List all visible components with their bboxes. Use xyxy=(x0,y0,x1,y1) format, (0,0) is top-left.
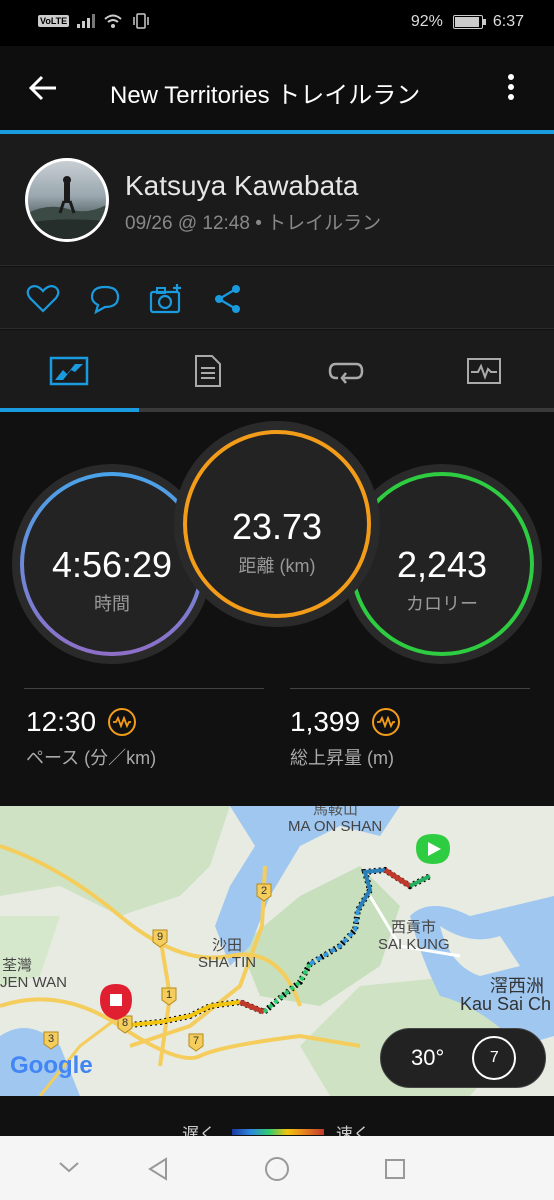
route-shield: 7 xyxy=(192,1035,200,1047)
temperature: 30° xyxy=(411,1045,445,1070)
avatar[interactable] xyxy=(25,158,109,242)
comment-icon[interactable] xyxy=(88,283,122,315)
back-icon[interactable] xyxy=(146,1156,170,1182)
chevron-down-icon[interactable] xyxy=(58,1160,80,1174)
distance-label: 距離 (km) xyxy=(238,556,316,576)
signal-icon xyxy=(77,14,96,28)
page-title: New Territories トレイルラン xyxy=(110,82,421,109)
calories-label: カロリー xyxy=(406,594,478,614)
time-value: 4:56:29 xyxy=(51,544,173,585)
route-map[interactable]: 馬鞍山 MA ON SHAN 西貢市 SAI KUNG 沙田 SHA TIN 荃… xyxy=(0,806,554,1096)
divider xyxy=(290,688,530,689)
activity-header: Katsuya Kawabata 09/26 @ 12:48 • トレイルラン xyxy=(0,134,554,266)
system-nav-bar xyxy=(0,1136,554,1200)
time-label: 時間 xyxy=(94,594,130,614)
ascent-label: 総上昇量 (m) xyxy=(290,748,394,768)
zone-icon[interactable] xyxy=(108,708,137,736)
map-label: 荃灣 xyxy=(2,957,33,974)
map-label: SHA TIN xyxy=(198,954,257,971)
wind-speed: 7 xyxy=(489,1049,499,1066)
tab-overview[interactable] xyxy=(0,330,138,412)
tab-laps[interactable] xyxy=(277,330,415,412)
ascent-value: 1,399 xyxy=(290,706,361,737)
divider xyxy=(24,688,264,689)
more-options-icon[interactable] xyxy=(508,74,516,104)
recents-icon[interactable] xyxy=(384,1158,406,1180)
share-icon[interactable] xyxy=(211,283,245,315)
distance-stat: 23.73 距離 (km) xyxy=(187,434,367,614)
map-label: 沙田 xyxy=(212,937,243,954)
speed-legend: 遅く 速く xyxy=(0,1096,554,1144)
overview-icon xyxy=(49,356,89,386)
back-arrow-icon[interactable] xyxy=(28,73,58,103)
map-label: 西貢市 xyxy=(391,919,437,936)
route-shield: 9 xyxy=(156,931,164,943)
calories-stat: 2,243 カロリー xyxy=(352,474,532,654)
avatar-photo xyxy=(28,176,106,239)
speed-gradient xyxy=(232,1129,324,1135)
zone-icon[interactable] xyxy=(372,708,401,736)
time-stat: 4:56:29 時間 xyxy=(22,474,202,654)
tab-bar xyxy=(0,330,554,412)
action-row xyxy=(0,267,554,329)
map-label: SAI KUNG xyxy=(378,936,450,953)
battery-percent: 92% xyxy=(410,13,443,30)
add-photo-icon[interactable] xyxy=(149,283,183,315)
tab-charts[interactable] xyxy=(415,330,553,412)
map-label: Kau Sai Ch xyxy=(460,994,552,1014)
route-shield: 3 xyxy=(47,1033,55,1045)
wifi-icon xyxy=(104,14,122,28)
distance-value: 23.73 xyxy=(231,506,323,547)
status-bar: VoLTE 92% 6:37 xyxy=(0,0,554,46)
activity-subtitle: 09/26 @ 12:48 • トレイルラン xyxy=(125,213,382,234)
route-shield: 8 xyxy=(121,1017,129,1029)
weather-widget[interactable]: 30° 7 xyxy=(380,1028,546,1088)
route-shield: 2 xyxy=(260,885,268,897)
like-icon[interactable] xyxy=(26,283,60,315)
google-logo: Google xyxy=(10,1052,93,1079)
map-label: MA ON SHAN xyxy=(288,818,383,835)
charts-icon xyxy=(467,358,501,384)
calories-value: 2,243 xyxy=(396,544,488,585)
athlete-name: Katsuya Kawabata xyxy=(125,170,359,201)
pace-label: ペース (分／km) xyxy=(26,748,157,768)
app-bar: New Territories トレイルラン xyxy=(0,46,554,130)
map-label: JEN WAN xyxy=(0,974,67,991)
clock: 6:37 xyxy=(492,13,524,30)
pace-value: 12:30 xyxy=(26,706,97,737)
vibrate-icon xyxy=(133,13,149,29)
pace-metric: 12:30 ペース (分／km) xyxy=(26,706,156,770)
volte-badge: VoLTE xyxy=(38,15,70,27)
laps-icon xyxy=(328,362,364,384)
tab-details[interactable] xyxy=(139,330,277,412)
ascent-metric: 1,399 総上昇量 (m) xyxy=(290,706,401,770)
route-shield: 1 xyxy=(165,989,173,1001)
details-icon xyxy=(195,355,221,387)
home-icon[interactable] xyxy=(264,1156,290,1182)
wind-icon: 7 xyxy=(472,1036,517,1080)
battery-icon xyxy=(452,15,486,29)
